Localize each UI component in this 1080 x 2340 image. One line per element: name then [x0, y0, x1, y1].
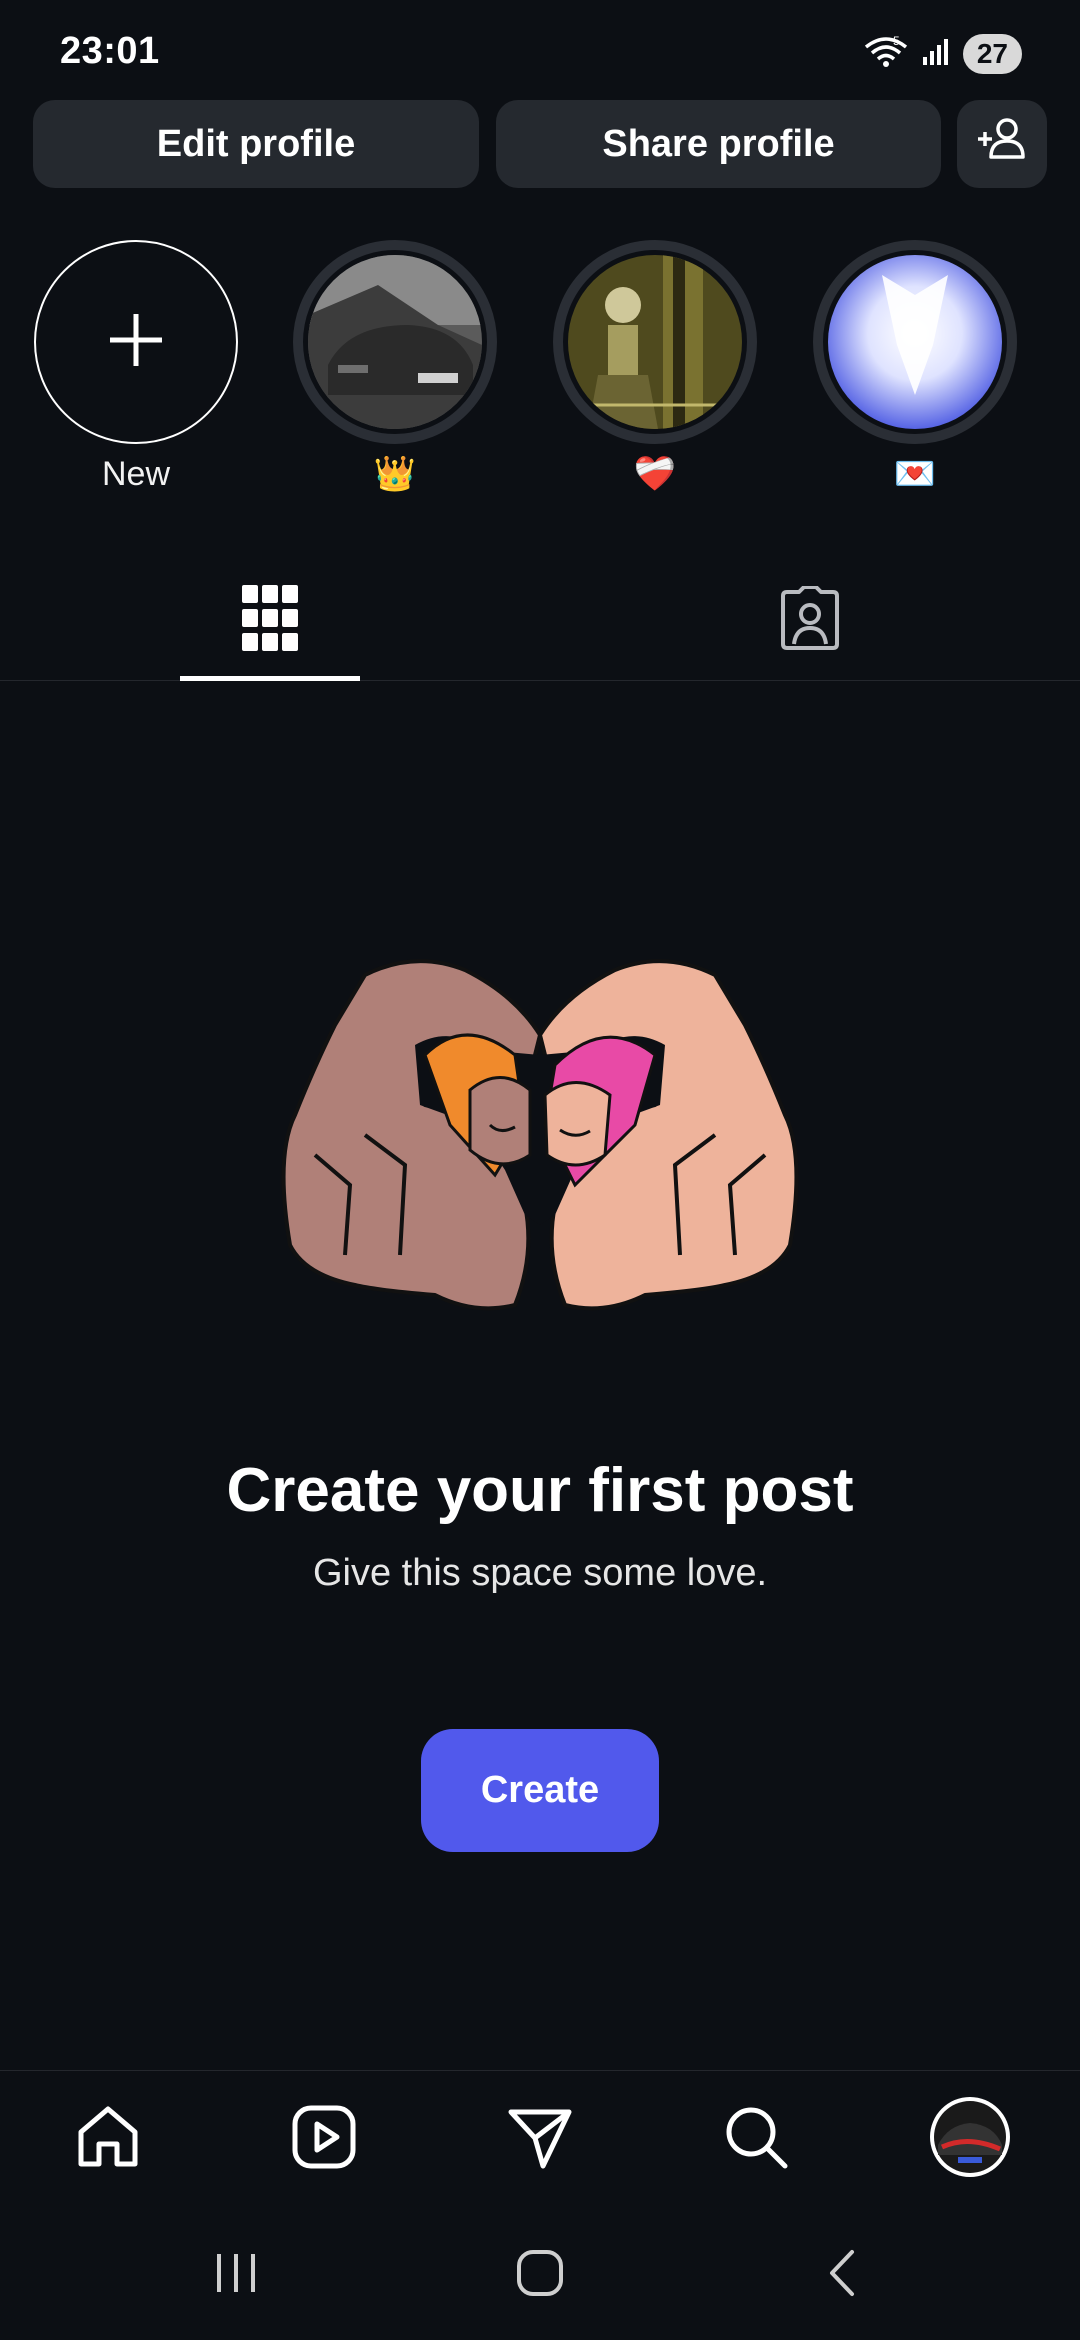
share-profile-button[interactable]: Share profile: [496, 100, 941, 188]
highlight-label: ❤️‍🩹: [633, 455, 677, 493]
highlight-label: 👑: [373, 455, 417, 493]
highlight-ring[interactable]: [813, 240, 1017, 444]
nav-messages[interactable]: [500, 2099, 580, 2179]
system-back-button[interactable]: [802, 2235, 882, 2315]
highlight-item[interactable]: ❤️‍🩹: [550, 240, 760, 496]
highlight-ring[interactable]: [553, 240, 757, 444]
empty-state-subtitle: Give this space some love.: [312, 1552, 768, 1594]
highlight-cover-angel: [828, 255, 1002, 429]
profile-avatar: [928, 2095, 1012, 2184]
highlight-label: 💌: [893, 455, 937, 493]
tagged-person-icon: [777, 584, 843, 655]
new-highlight-circle[interactable]: [34, 240, 238, 444]
profile-tabs: [0, 560, 1080, 681]
highlight-item[interactable]: 💌: [810, 240, 1020, 496]
back-icon: [822, 2248, 862, 2303]
plus-icon: [106, 310, 166, 375]
nav-profile[interactable]: [928, 2095, 1012, 2184]
heart-hands-illustration: [275, 955, 805, 1325]
tab-tagged[interactable]: [540, 560, 1080, 680]
nav-home[interactable]: [68, 2099, 148, 2179]
highlight-ring[interactable]: [293, 240, 497, 444]
highlight-cover-car: [308, 255, 482, 429]
nav-search[interactable]: [716, 2099, 796, 2179]
create-post-button[interactable]: Create: [421, 1729, 659, 1852]
status-icons: 5 27: [863, 34, 1022, 74]
discover-people-button[interactable]: [957, 100, 1047, 188]
bottom-navigation: [0, 2070, 1080, 2206]
network-label: 5: [893, 35, 900, 48]
search-icon: [723, 2104, 789, 2175]
highlight-new[interactable]: New: [31, 240, 241, 496]
reels-icon: [291, 2104, 357, 2175]
system-recents-button[interactable]: [196, 2235, 276, 2315]
highlight-cover-skeleton: [568, 255, 742, 429]
active-tab-indicator: [180, 676, 360, 681]
signal-icon: [921, 37, 951, 72]
highlight-label: New: [101, 455, 171, 493]
recents-icon: [211, 2250, 261, 2301]
empty-state-title: Create your first post: [226, 1456, 854, 1525]
tab-grid[interactable]: [0, 560, 540, 681]
home-icon: [75, 2104, 141, 2175]
wifi-icon: 5: [863, 34, 909, 74]
edit-profile-button[interactable]: Edit profile: [33, 100, 479, 188]
add-person-icon: [976, 117, 1028, 171]
grid-icon: [242, 584, 298, 656]
battery-indicator: 27: [962, 34, 1022, 74]
status-time: 23:01: [60, 30, 160, 72]
nav-reels[interactable]: [284, 2099, 364, 2179]
system-home-button[interactable]: [500, 2235, 580, 2315]
highlight-item[interactable]: 👑: [290, 240, 500, 496]
send-icon: [507, 2104, 573, 2175]
home-button-icon: [515, 2248, 565, 2303]
